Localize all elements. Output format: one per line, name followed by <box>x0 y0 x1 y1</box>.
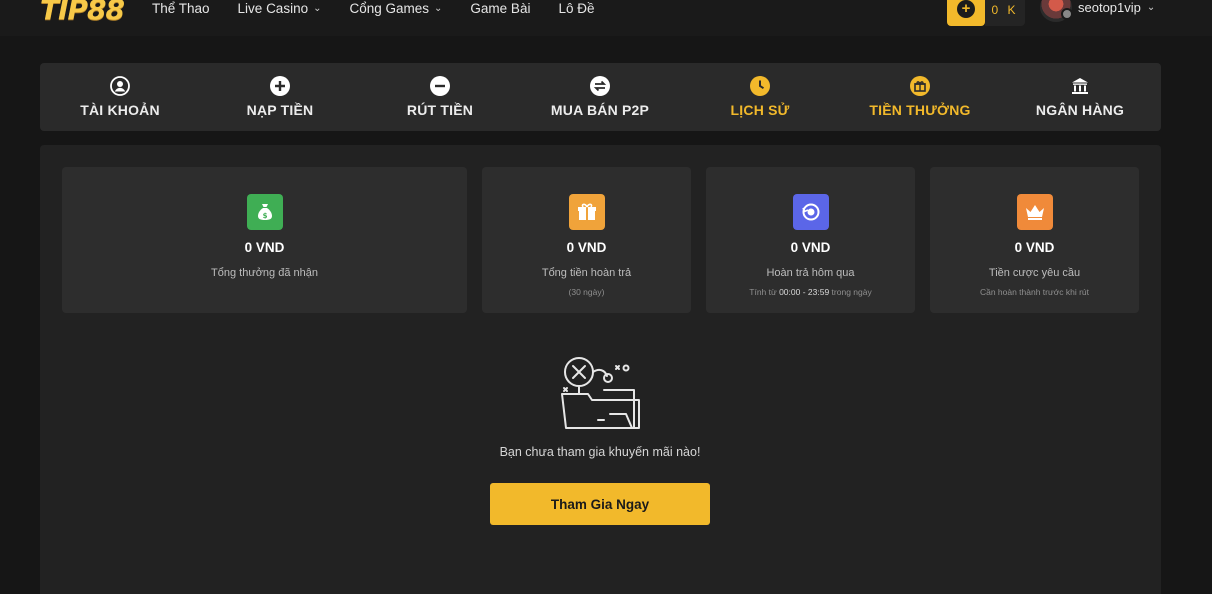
gift-icon <box>910 76 930 96</box>
user-menu[interactable]: seotop1vip ⌄ <box>1040 0 1155 22</box>
tab-label: LỊCH SỬ <box>730 102 790 118</box>
tab-label: NẠP TIỀN <box>246 102 314 118</box>
nav-item-label: Cổng Games <box>349 0 430 16</box>
svg-text:$: $ <box>262 212 267 220</box>
tab-label: TIỀN THƯỞNG <box>869 102 971 118</box>
chevron-down-icon: ⌄ <box>1146 1 1156 13</box>
nav-item-game-bai[interactable]: Game Bài <box>470 0 530 16</box>
tab-label: RÚT TIỀN <box>406 102 474 118</box>
stat-card-refund-yesterday: 0 VND Hoàn trả hôm qua Tính từ 00:00 - 2… <box>706 167 915 313</box>
balance-display: 0 K <box>985 0 1025 26</box>
avatar <box>1040 0 1073 22</box>
tab-mua-ban-p2p[interactable]: MUA BÁN P2P <box>520 63 680 131</box>
stat-card-total-refund: 0 VND Tổng tiền hoàn trả (30 ngày) <box>482 167 691 313</box>
nav-item-label: Thể Thao <box>152 0 210 16</box>
tab-tien-thuong[interactable]: TIỀN THƯỞNG <box>840 63 1000 131</box>
tab-label: NGÂN HÀNG <box>1035 102 1125 118</box>
chevron-down-icon: ⌄ <box>434 2 443 14</box>
tab-tai-khoan[interactable]: TÀI KHOẢN <box>40 63 200 131</box>
tab-ngan-hang[interactable]: NGÂN HÀNG <box>1000 63 1160 131</box>
money-bag-icon: $ <box>246 194 283 230</box>
user-icon <box>110 76 130 96</box>
card-amount: 0 VND <box>790 240 831 255</box>
bank-icon <box>1070 76 1090 96</box>
stat-card-total-rewards: $ 0 VND Tổng thưởng đã nhận <box>62 167 467 313</box>
nav-item-label: Game Bài <box>470 0 531 16</box>
card-amount: 0 VND <box>1014 240 1055 255</box>
exchange-icon <box>590 76 610 96</box>
account-tabs: TÀI KHOẢN NẠP TIỀN RÚT TIỀN MUA BÁN P2P … <box>40 63 1161 131</box>
username: seotop1vip <box>1078 0 1141 15</box>
card-description: Tiền cược yêu cầu <box>988 267 1081 279</box>
empty-state-message: Bạn chưa tham gia khuyến mãi nào! <box>499 445 701 459</box>
tab-rut-tien[interactable]: RÚT TIỀN <box>360 63 520 131</box>
join-now-button[interactable]: Tham Gia Ngay <box>490 483 710 525</box>
card-subtext: (30 ngày) <box>568 287 605 297</box>
vip-badge-icon <box>1061 8 1073 20</box>
nav-item-lo-de[interactable]: Lô Đề <box>558 0 594 16</box>
gift-box-icon <box>568 194 605 230</box>
minus-circle-icon <box>430 76 450 96</box>
main-nav: Thể Thao Live Casino ⌄ Cổng Games ⌄ Game… <box>152 0 622 16</box>
rewards-panel: $ 0 VND Tổng thưởng đã nhận 0 VND Tổng t… <box>40 145 1161 594</box>
chevron-down-icon: ⌄ <box>313 2 322 14</box>
tab-label: TÀI KHOẢN <box>80 102 160 118</box>
plus-icon: + <box>957 0 975 18</box>
card-subtext: Cần hoàn thành trước khi rút <box>979 287 1090 297</box>
nav-item-cong-games[interactable]: Cổng Games ⌄ <box>349 0 442 16</box>
empty-folder-icon <box>561 357 640 429</box>
tab-nap-tien[interactable]: NẠP TIỀN <box>200 63 360 131</box>
card-description: Tổng thưởng đã nhận <box>211 267 318 279</box>
card-description: Hoàn trả hôm qua <box>766 267 855 279</box>
refund-icon <box>792 194 829 230</box>
card-amount: 0 VND <box>244 240 285 255</box>
tab-lich-su[interactable]: LỊCH SỬ <box>680 63 840 131</box>
nav-item-label: Lô Đề <box>558 0 595 16</box>
nav-item-label: Live Casino <box>237 0 309 16</box>
nav-item-live-casino[interactable]: Live Casino ⌄ <box>238 0 322 16</box>
site-logo[interactable]: TIP88 <box>40 0 125 26</box>
nav-item-the-thao[interactable]: Thể Thao <box>152 0 210 16</box>
card-description: Tổng tiền hoàn trả <box>541 267 632 279</box>
stat-card-required-bet: 0 VND Tiền cược yêu cầu Cần hoàn thành t… <box>930 167 1139 313</box>
top-nav-bar: TIP88 Thể Thao Live Casino ⌄ Cổng Games … <box>0 0 1212 36</box>
card-subtext: Tính từ 00:00 - 23:59 trong ngày <box>749 287 872 297</box>
tab-label: MUA BÁN P2P <box>550 102 650 118</box>
quick-deposit-button[interactable]: + <box>947 0 985 26</box>
plus-circle-icon <box>270 76 290 96</box>
crown-icon <box>1016 194 1053 230</box>
card-amount: 0 VND <box>566 240 607 255</box>
clock-icon <box>750 76 770 96</box>
